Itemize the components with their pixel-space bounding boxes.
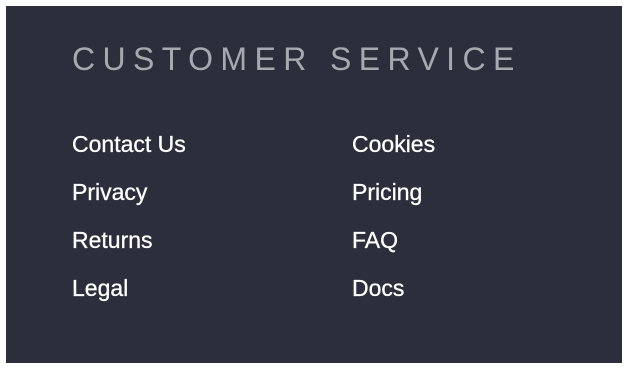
contact-us-link[interactable]: Contact Us (72, 131, 186, 157)
customer-service-panel: CUSTOMER SERVICE Contact Us Privacy Retu… (6, 6, 622, 363)
list-item: Privacy (72, 178, 186, 226)
section-heading: CUSTOMER SERVICE (72, 41, 522, 77)
faq-link[interactable]: FAQ (352, 227, 398, 253)
list-item: Docs (352, 274, 435, 322)
cookies-link[interactable]: Cookies (352, 131, 435, 157)
pricing-link[interactable]: Pricing (352, 179, 423, 205)
list-item: Pricing (352, 178, 435, 226)
list-item: Legal (72, 274, 186, 322)
list-item: Returns (72, 226, 186, 274)
links-column-left: Contact Us Privacy Returns Legal (72, 130, 186, 322)
list-item: FAQ (352, 226, 435, 274)
links-column-right: Cookies Pricing FAQ Docs (352, 130, 435, 322)
privacy-link[interactable]: Privacy (72, 179, 148, 205)
docs-link[interactable]: Docs (352, 275, 405, 301)
list-item: Cookies (352, 130, 435, 178)
list-item: Contact Us (72, 130, 186, 178)
legal-link[interactable]: Legal (72, 275, 129, 301)
returns-link[interactable]: Returns (72, 227, 153, 253)
